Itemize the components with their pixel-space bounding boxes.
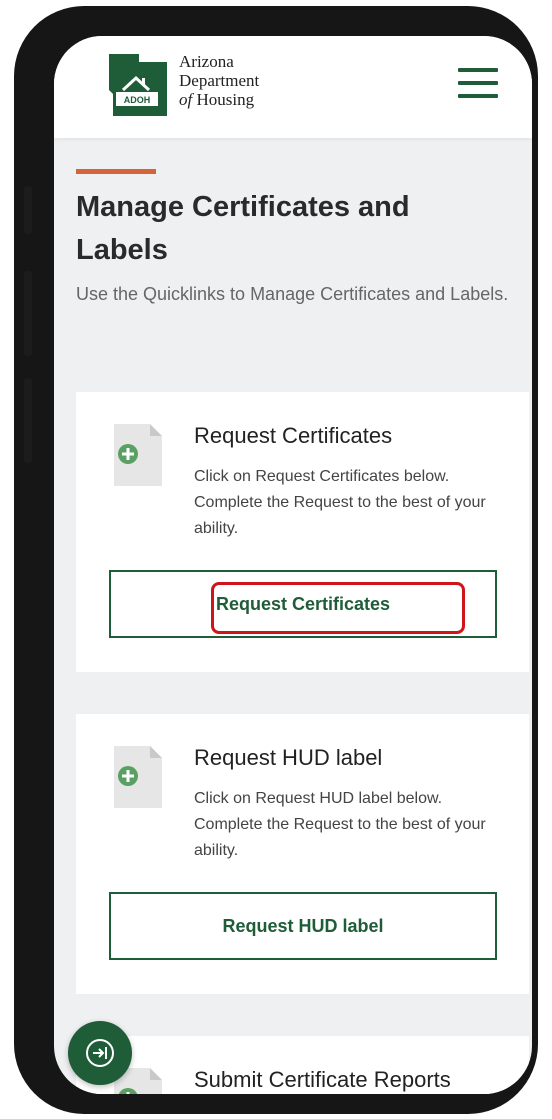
adoh-logo[interactable]: ADOH Arizona Department of Housing — [109, 50, 309, 122]
card-description: Click on Request HUD label below. Comple… — [194, 790, 486, 859]
add-document-icon — [114, 424, 162, 486]
page-title: Manage Certificates and Labels — [76, 191, 410, 266]
adoh-logo-mark-icon: ADOH — [109, 54, 167, 116]
page-subtitle: Use the Quicklinks to Manage Certificate… — [76, 284, 509, 304]
title-accent-bar — [76, 169, 156, 174]
card-title: Submit Certificate Reports — [194, 1067, 451, 1092]
phone-screen: ADOH Arizona Department of Housing Manag… — [54, 36, 532, 1094]
site-header: ADOH Arizona Department of Housing — [54, 36, 532, 138]
request-certificates-button[interactable]: Request Certificates — [109, 570, 497, 638]
request-hud-label-button-label: Request HUD label — [222, 915, 384, 936]
logo-line-housing: of Housing — [179, 90, 259, 109]
logo-line-department: Department — [179, 71, 260, 90]
request-hud-label-button[interactable]: Request HUD label — [109, 892, 497, 960]
phone-volume-up-button — [24, 271, 32, 356]
quicklink-card-request-certificates: Request Certificates Click on Request Ce… — [76, 392, 529, 672]
hamburger-menu-icon[interactable] — [458, 68, 498, 98]
logo-line-housing-word: Housing — [196, 90, 255, 109]
arrow-to-right-icon — [86, 1039, 114, 1067]
card-title: Request HUD label — [194, 745, 383, 770]
logo-line-arizona: Arizona — [179, 52, 234, 71]
logo-mark-text: ADOH — [124, 95, 151, 105]
logo-wordmark: Arizona Department of Housing — [179, 52, 259, 109]
card-title: Request Certificates — [194, 423, 393, 448]
request-certificates-button-label: Request Certificates — [215, 593, 391, 614]
phone-frame: ADOH Arizona Department of Housing Manag… — [14, 6, 538, 1114]
accessibility-toggle-button[interactable] — [68, 1021, 132, 1085]
logo-line-of: of — [179, 90, 193, 109]
phone-volume-down-button — [24, 378, 32, 463]
quicklink-card-submit-certificate-reports: Submit Certificate Reports — [76, 1036, 529, 1094]
card-description: Click on Request Certificates below. Com… — [194, 468, 486, 537]
quicklink-card-request-hud-label: Request HUD label Click on Request HUD l… — [76, 714, 529, 994]
add-document-icon — [114, 746, 162, 808]
phone-side-button — [24, 186, 32, 234]
